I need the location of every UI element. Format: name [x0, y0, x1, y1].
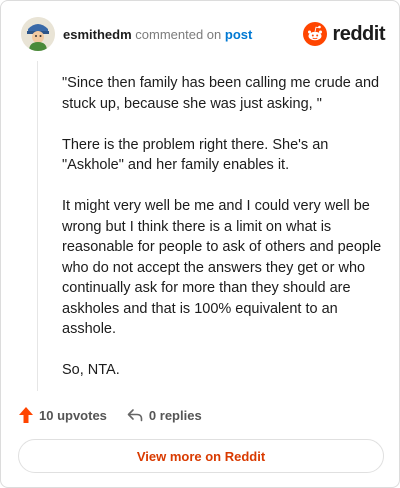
comment-paragraph: "Since then family has been calling me c… — [62, 75, 380, 112]
comment-paragraph: There is the problem right there. She's … — [62, 136, 329, 174]
upvote-arrow-icon — [19, 407, 33, 423]
thread-line — [37, 61, 38, 391]
reply-count: 0 replies — [148, 407, 202, 423]
comment-header: esmithedm commented on post reddit — [21, 17, 385, 53]
view-more-button[interactable]: View more on Reddit — [18, 439, 384, 473]
comment-embed-card: esmithedm commented on post reddit "Sinc… — [0, 0, 400, 488]
username-link[interactable]: esmithedm — [63, 27, 132, 42]
reply-arrow-icon — [127, 409, 143, 422]
upvote-count: 10 upvotes — [39, 407, 107, 423]
comment-paragraph: So, NTA. — [62, 362, 120, 378]
post-link[interactable]: post — [225, 27, 252, 42]
avatar[interactable] — [21, 17, 55, 51]
comment-byline: esmithedm commented on post — [63, 27, 252, 42]
comment-body: "Since then family has been calling me c… — [62, 73, 382, 401]
action-text: commented on — [135, 27, 222, 42]
reply-button[interactable]: 0 replies — [127, 408, 202, 423]
comment-paragraph: It might very well be me and I could ver… — [62, 198, 382, 337]
avatar-image — [21, 17, 55, 51]
upvote-button[interactable]: 10 upvotes — [19, 407, 107, 423]
reddit-snoo-icon — [303, 22, 328, 46]
reddit-logo[interactable]: reddit — [303, 21, 385, 47]
reddit-wordmark: reddit — [332, 22, 385, 45]
comment-actions: 10 upvotes 0 replies — [19, 405, 222, 425]
